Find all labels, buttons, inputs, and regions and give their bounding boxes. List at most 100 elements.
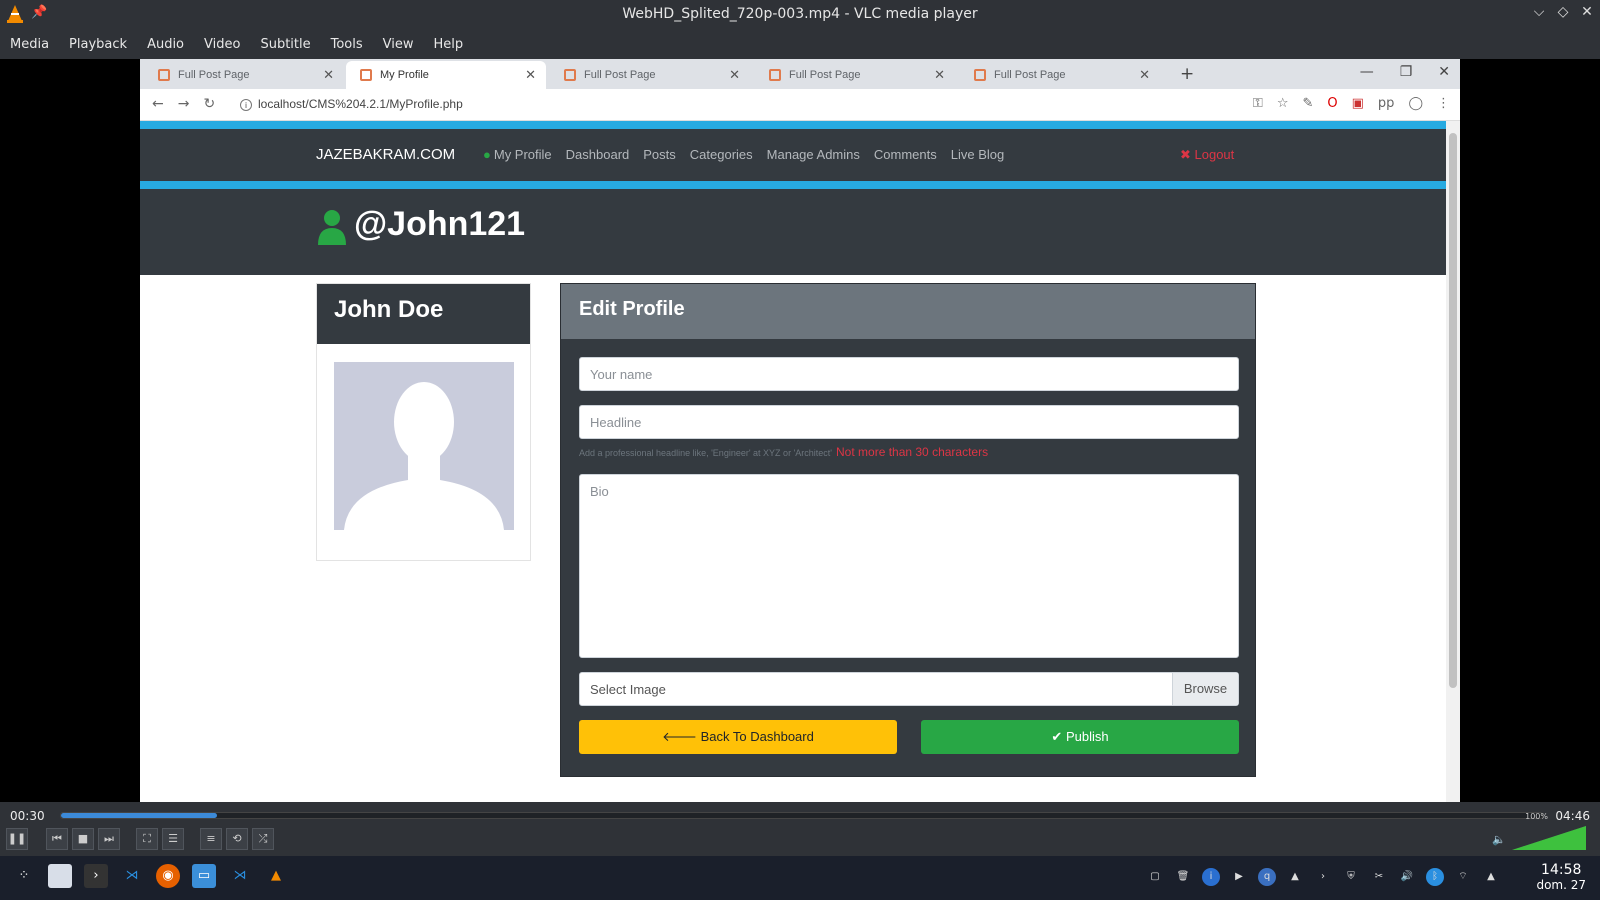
next-icon[interactable]: ⏭	[98, 828, 120, 850]
browser-tab[interactable]: Full Post Page ✕	[144, 61, 344, 89]
scrollbar-thumb[interactable]	[1449, 133, 1457, 688]
menu-playback[interactable]: Playback	[69, 37, 127, 52]
tab-close-icon[interactable]: ✕	[1139, 67, 1150, 83]
firefox-icon[interactable]: ◉	[156, 864, 180, 888]
close-icon[interactable]: ✕	[1580, 4, 1594, 20]
bluetooth-icon[interactable]: ᛒ	[1426, 868, 1444, 886]
file-manager-icon[interactable]: ▭	[192, 864, 216, 888]
seek-bar[interactable]	[60, 812, 1543, 819]
nav-comments[interactable]: Comments	[874, 147, 937, 162]
equalizer-icon[interactable]: ☰	[162, 828, 184, 850]
info-icon[interactable]: i	[1202, 868, 1220, 886]
tab-close-icon[interactable]: ✕	[934, 67, 945, 83]
url-text: localhost/CMS%204.2.1/MyProfile.php	[258, 97, 463, 111]
reload-icon[interactable]: ↻	[203, 96, 215, 112]
nav-categories[interactable]: Categories	[690, 147, 753, 162]
vlc-tray-icon[interactable]: ▲	[1286, 868, 1304, 886]
page-scrollbar[interactable]	[1446, 121, 1460, 802]
show-desktop-icon[interactable]: ▢	[1146, 868, 1164, 886]
menu-subtitle[interactable]: Subtitle	[260, 37, 310, 52]
stop-icon[interactable]: ■	[72, 828, 94, 850]
fullscreen-icon[interactable]: ⛶	[136, 828, 158, 850]
tab-close-icon[interactable]: ✕	[729, 67, 740, 83]
app-launcher-icon[interactable]: ⁘	[12, 864, 36, 888]
nav-manage-admins[interactable]: Manage Admins	[767, 147, 860, 162]
url-field[interactable]: i localhost/CMS%204.2.1/MyProfile.php	[240, 97, 463, 111]
bio-textarea[interactable]: Bio	[579, 474, 1239, 658]
volume-label: 100%	[1525, 812, 1548, 821]
nav-my-profile[interactable]: ● My Profile	[483, 147, 552, 162]
favicon-icon	[974, 69, 986, 81]
forward-arrow-icon[interactable]: →	[178, 96, 190, 112]
media-play-icon[interactable]: ▶	[1230, 868, 1248, 886]
speaker-icon[interactable]: 🔈	[1492, 833, 1506, 846]
page-title: @John121	[354, 205, 526, 243]
nav-dashboard[interactable]: Dashboard	[566, 147, 630, 162]
new-tab-icon[interactable]: +	[1180, 64, 1194, 84]
minimize-icon[interactable]: ⌵	[1532, 4, 1546, 20]
eyedropper-icon[interactable]: ✎	[1302, 96, 1313, 111]
key-icon[interactable]: ⚿	[1253, 96, 1263, 111]
browse-button[interactable]: Browse	[1172, 673, 1238, 705]
menu-tools[interactable]: Tools	[331, 37, 363, 52]
browser-tab[interactable]: Full Post Page ✕	[755, 61, 955, 89]
terminal-tray-icon[interactable]: ›	[1314, 868, 1332, 886]
desktop-icon[interactable]	[48, 864, 72, 888]
loop-icon[interactable]: ⟲	[226, 828, 248, 850]
profile-icon[interactable]: ◯	[1408, 96, 1423, 111]
volume-icon[interactable]: 🔊	[1398, 868, 1416, 886]
browser-restore-icon[interactable]: ❐	[1400, 64, 1413, 80]
previous-icon[interactable]: ⏮	[46, 828, 68, 850]
tab-close-icon[interactable]: ✕	[525, 67, 536, 83]
tab-close-icon[interactable]: ✕	[323, 67, 334, 83]
playlist-icon[interactable]: ≡	[200, 828, 222, 850]
qbittorrent-icon[interactable]: q	[1258, 868, 1276, 886]
terminal-icon[interactable]: ›	[84, 864, 108, 888]
shuffle-icon[interactable]: ⤮	[252, 828, 274, 850]
browser-tab[interactable]: Full Post Page ✕	[960, 61, 1160, 89]
site-brand[interactable]: JAZEBAKRAM.COM	[316, 146, 455, 163]
trash-icon[interactable]: 🗑	[1174, 868, 1192, 886]
browser-tab[interactable]: Full Post Page ✕	[550, 61, 750, 89]
menu-view[interactable]: View	[383, 37, 414, 52]
extension-pp-icon[interactable]: pp	[1378, 96, 1395, 111]
publish-label: Publish	[1065, 729, 1109, 744]
vlc-icon[interactable]: ▲	[264, 864, 288, 888]
menu-media[interactable]: Media	[10, 37, 49, 52]
clock[interactable]: 14:58 dom. 27	[1536, 862, 1586, 892]
browser-close-icon[interactable]: ✕	[1438, 64, 1450, 80]
nav-live-blog[interactable]: Live Blog	[951, 147, 1004, 162]
browser-tab-active[interactable]: My Profile ✕	[346, 61, 546, 89]
shield-icon[interactable]: ⛨	[1342, 868, 1360, 886]
vscode-icon[interactable]: ⋊	[120, 864, 144, 888]
site-navbar: JAZEBAKRAM.COM ● My Profile Dashboard Pos…	[140, 129, 1446, 181]
back-to-dashboard-button[interactable]: 🡐 Back To Dashboard	[579, 720, 897, 754]
vlc-menubar: Media Playback Audio Video Subtitle Tool…	[0, 29, 1600, 59]
volume-slider[interactable]	[1512, 826, 1586, 850]
name-input[interactable]: Your name	[579, 357, 1239, 391]
menu-audio[interactable]: Audio	[147, 37, 184, 52]
headline-input[interactable]: Headline	[579, 405, 1239, 439]
publish-button[interactable]: ✔ Publish	[921, 720, 1239, 754]
pause-icon[interactable]: ❚❚	[6, 828, 28, 850]
kebab-menu-icon[interactable]: ⋮	[1437, 96, 1450, 111]
hint-warning: Not more than 30 characters	[836, 445, 989, 459]
tray-expand-icon[interactable]: ▲	[1482, 868, 1500, 886]
extension-icon[interactable]: ▣	[1352, 96, 1364, 111]
menu-help[interactable]: Help	[434, 37, 464, 52]
address-bar: ← → ↻ i localhost/CMS%204.2.1/MyProfile.p…	[140, 89, 1460, 121]
opera-icon[interactable]: O	[1327, 96, 1337, 111]
favicon-icon	[158, 69, 170, 81]
image-file-input[interactable]: Select Image Browse	[579, 672, 1239, 706]
bookmark-star-icon[interactable]: ☆	[1277, 96, 1289, 111]
menu-video[interactable]: Video	[204, 37, 240, 52]
wifi-icon[interactable]: ⌔	[1454, 868, 1472, 886]
back-arrow-icon[interactable]: ←	[152, 96, 164, 112]
scissors-icon[interactable]: ✂	[1370, 868, 1388, 886]
site-info-icon[interactable]: i	[240, 99, 252, 111]
nav-posts[interactable]: Posts	[643, 147, 676, 162]
vscode-icon[interactable]: ⋊	[228, 864, 252, 888]
browser-minimize-icon[interactable]: —	[1360, 64, 1374, 80]
logout-link[interactable]: ✖ Logout	[1180, 147, 1234, 163]
maximize-icon[interactable]: ◇	[1556, 4, 1570, 20]
